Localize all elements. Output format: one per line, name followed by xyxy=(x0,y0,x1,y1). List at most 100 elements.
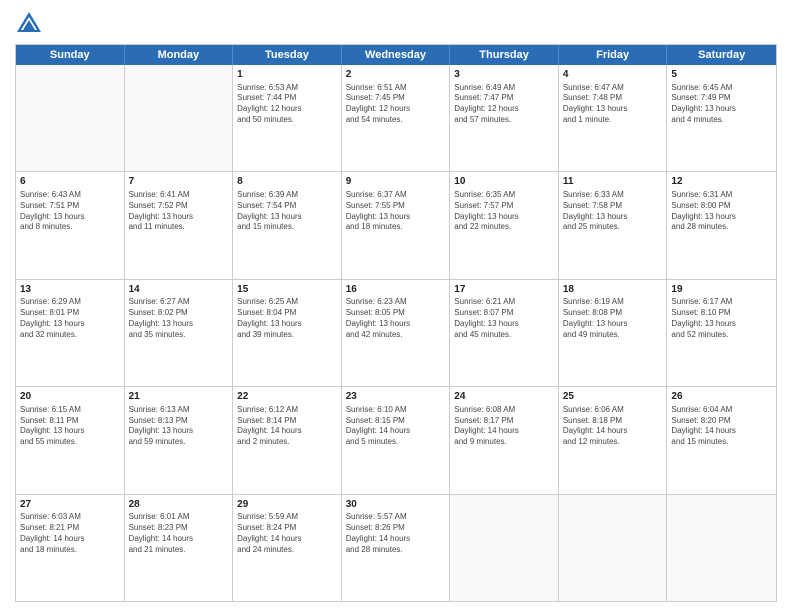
weekday-header-wednesday: Wednesday xyxy=(342,45,451,65)
weekday-header-sunday: Sunday xyxy=(16,45,125,65)
day-info: Sunrise: 6:31 AM Sunset: 8:00 PM Dayligh… xyxy=(671,190,772,233)
day-cell-26: 26Sunrise: 6:04 AM Sunset: 8:20 PM Dayli… xyxy=(667,387,776,493)
logo xyxy=(15,10,45,38)
day-cell-29: 29Sunrise: 5:59 AM Sunset: 8:24 PM Dayli… xyxy=(233,495,342,601)
calendar-row-2: 6Sunrise: 6:43 AM Sunset: 7:51 PM Daylig… xyxy=(16,171,776,278)
day-info: Sunrise: 6:33 AM Sunset: 7:58 PM Dayligh… xyxy=(563,190,663,233)
day-info: Sunrise: 6:43 AM Sunset: 7:51 PM Dayligh… xyxy=(20,190,120,233)
day-cell-21: 21Sunrise: 6:13 AM Sunset: 8:13 PM Dayli… xyxy=(125,387,234,493)
day-info: Sunrise: 5:57 AM Sunset: 8:26 PM Dayligh… xyxy=(346,512,446,555)
day-number: 15 xyxy=(237,283,337,297)
day-info: Sunrise: 6:21 AM Sunset: 8:07 PM Dayligh… xyxy=(454,297,554,340)
empty-cell xyxy=(16,65,125,171)
day-info: Sunrise: 6:15 AM Sunset: 8:11 PM Dayligh… xyxy=(20,405,120,448)
logo-icon xyxy=(15,10,43,38)
day-info: Sunrise: 6:04 AM Sunset: 8:20 PM Dayligh… xyxy=(671,405,772,448)
day-number: 11 xyxy=(563,175,663,189)
weekday-header-saturday: Saturday xyxy=(667,45,776,65)
day-info: Sunrise: 6:13 AM Sunset: 8:13 PM Dayligh… xyxy=(129,405,229,448)
empty-cell xyxy=(559,495,668,601)
day-cell-22: 22Sunrise: 6:12 AM Sunset: 8:14 PM Dayli… xyxy=(233,387,342,493)
day-info: Sunrise: 6:08 AM Sunset: 8:17 PM Dayligh… xyxy=(454,405,554,448)
day-cell-19: 19Sunrise: 6:17 AM Sunset: 8:10 PM Dayli… xyxy=(667,280,776,386)
calendar-header: SundayMondayTuesdayWednesdayThursdayFrid… xyxy=(16,45,776,65)
day-number: 30 xyxy=(346,498,446,512)
day-cell-15: 15Sunrise: 6:25 AM Sunset: 8:04 PM Dayli… xyxy=(233,280,342,386)
day-cell-5: 5Sunrise: 6:45 AM Sunset: 7:49 PM Daylig… xyxy=(667,65,776,171)
calendar-row-5: 27Sunrise: 6:03 AM Sunset: 8:21 PM Dayli… xyxy=(16,494,776,601)
weekday-header-thursday: Thursday xyxy=(450,45,559,65)
day-info: Sunrise: 6:06 AM Sunset: 8:18 PM Dayligh… xyxy=(563,405,663,448)
day-cell-10: 10Sunrise: 6:35 AM Sunset: 7:57 PM Dayli… xyxy=(450,172,559,278)
day-cell-23: 23Sunrise: 6:10 AM Sunset: 8:15 PM Dayli… xyxy=(342,387,451,493)
day-cell-16: 16Sunrise: 6:23 AM Sunset: 8:05 PM Dayli… xyxy=(342,280,451,386)
day-number: 4 xyxy=(563,68,663,82)
day-number: 26 xyxy=(671,390,772,404)
day-number: 22 xyxy=(237,390,337,404)
day-cell-18: 18Sunrise: 6:19 AM Sunset: 8:08 PM Dayli… xyxy=(559,280,668,386)
day-number: 17 xyxy=(454,283,554,297)
day-number: 16 xyxy=(346,283,446,297)
day-cell-3: 3Sunrise: 6:49 AM Sunset: 7:47 PM Daylig… xyxy=(450,65,559,171)
day-number: 6 xyxy=(20,175,120,189)
weekday-header-monday: Monday xyxy=(125,45,234,65)
day-cell-6: 6Sunrise: 6:43 AM Sunset: 7:51 PM Daylig… xyxy=(16,172,125,278)
empty-cell xyxy=(667,495,776,601)
weekday-header-tuesday: Tuesday xyxy=(233,45,342,65)
day-info: Sunrise: 6:19 AM Sunset: 8:08 PM Dayligh… xyxy=(563,297,663,340)
day-info: Sunrise: 6:17 AM Sunset: 8:10 PM Dayligh… xyxy=(671,297,772,340)
day-number: 25 xyxy=(563,390,663,404)
day-cell-14: 14Sunrise: 6:27 AM Sunset: 8:02 PM Dayli… xyxy=(125,280,234,386)
day-info: Sunrise: 6:45 AM Sunset: 7:49 PM Dayligh… xyxy=(671,83,772,126)
day-number: 18 xyxy=(563,283,663,297)
day-number: 10 xyxy=(454,175,554,189)
day-info: Sunrise: 6:35 AM Sunset: 7:57 PM Dayligh… xyxy=(454,190,554,233)
day-number: 13 xyxy=(20,283,120,297)
day-cell-27: 27Sunrise: 6:03 AM Sunset: 8:21 PM Dayli… xyxy=(16,495,125,601)
day-number: 7 xyxy=(129,175,229,189)
day-number: 8 xyxy=(237,175,337,189)
day-info: Sunrise: 6:29 AM Sunset: 8:01 PM Dayligh… xyxy=(20,297,120,340)
day-number: 27 xyxy=(20,498,120,512)
day-cell-17: 17Sunrise: 6:21 AM Sunset: 8:07 PM Dayli… xyxy=(450,280,559,386)
day-number: 3 xyxy=(454,68,554,82)
day-info: Sunrise: 6:37 AM Sunset: 7:55 PM Dayligh… xyxy=(346,190,446,233)
calendar-body: 1Sunrise: 6:53 AM Sunset: 7:44 PM Daylig… xyxy=(16,65,776,601)
day-info: Sunrise: 6:25 AM Sunset: 8:04 PM Dayligh… xyxy=(237,297,337,340)
calendar: SundayMondayTuesdayWednesdayThursdayFrid… xyxy=(15,44,777,602)
day-info: Sunrise: 6:12 AM Sunset: 8:14 PM Dayligh… xyxy=(237,405,337,448)
empty-cell xyxy=(450,495,559,601)
day-info: Sunrise: 6:23 AM Sunset: 8:05 PM Dayligh… xyxy=(346,297,446,340)
day-number: 14 xyxy=(129,283,229,297)
day-info: Sunrise: 6:53 AM Sunset: 7:44 PM Dayligh… xyxy=(237,83,337,126)
day-cell-8: 8Sunrise: 6:39 AM Sunset: 7:54 PM Daylig… xyxy=(233,172,342,278)
weekday-header-friday: Friday xyxy=(559,45,668,65)
day-number: 1 xyxy=(237,68,337,82)
day-cell-25: 25Sunrise: 6:06 AM Sunset: 8:18 PM Dayli… xyxy=(559,387,668,493)
day-cell-4: 4Sunrise: 6:47 AM Sunset: 7:48 PM Daylig… xyxy=(559,65,668,171)
day-info: Sunrise: 6:51 AM Sunset: 7:45 PM Dayligh… xyxy=(346,83,446,126)
day-info: Sunrise: 6:49 AM Sunset: 7:47 PM Dayligh… xyxy=(454,83,554,126)
day-cell-9: 9Sunrise: 6:37 AM Sunset: 7:55 PM Daylig… xyxy=(342,172,451,278)
day-number: 24 xyxy=(454,390,554,404)
calendar-row-4: 20Sunrise: 6:15 AM Sunset: 8:11 PM Dayli… xyxy=(16,386,776,493)
day-number: 2 xyxy=(346,68,446,82)
day-number: 9 xyxy=(346,175,446,189)
day-info: Sunrise: 6:01 AM Sunset: 8:23 PM Dayligh… xyxy=(129,512,229,555)
day-number: 21 xyxy=(129,390,229,404)
calendar-row-1: 1Sunrise: 6:53 AM Sunset: 7:44 PM Daylig… xyxy=(16,65,776,171)
day-number: 28 xyxy=(129,498,229,512)
day-number: 29 xyxy=(237,498,337,512)
day-cell-20: 20Sunrise: 6:15 AM Sunset: 8:11 PM Dayli… xyxy=(16,387,125,493)
day-info: Sunrise: 6:10 AM Sunset: 8:15 PM Dayligh… xyxy=(346,405,446,448)
day-cell-7: 7Sunrise: 6:41 AM Sunset: 7:52 PM Daylig… xyxy=(125,172,234,278)
day-info: Sunrise: 6:03 AM Sunset: 8:21 PM Dayligh… xyxy=(20,512,120,555)
day-cell-12: 12Sunrise: 6:31 AM Sunset: 8:00 PM Dayli… xyxy=(667,172,776,278)
calendar-row-3: 13Sunrise: 6:29 AM Sunset: 8:01 PM Dayli… xyxy=(16,279,776,386)
day-number: 12 xyxy=(671,175,772,189)
page: SundayMondayTuesdayWednesdayThursdayFrid… xyxy=(0,0,792,612)
day-cell-1: 1Sunrise: 6:53 AM Sunset: 7:44 PM Daylig… xyxy=(233,65,342,171)
day-number: 5 xyxy=(671,68,772,82)
day-info: Sunrise: 6:41 AM Sunset: 7:52 PM Dayligh… xyxy=(129,190,229,233)
header xyxy=(15,10,777,38)
